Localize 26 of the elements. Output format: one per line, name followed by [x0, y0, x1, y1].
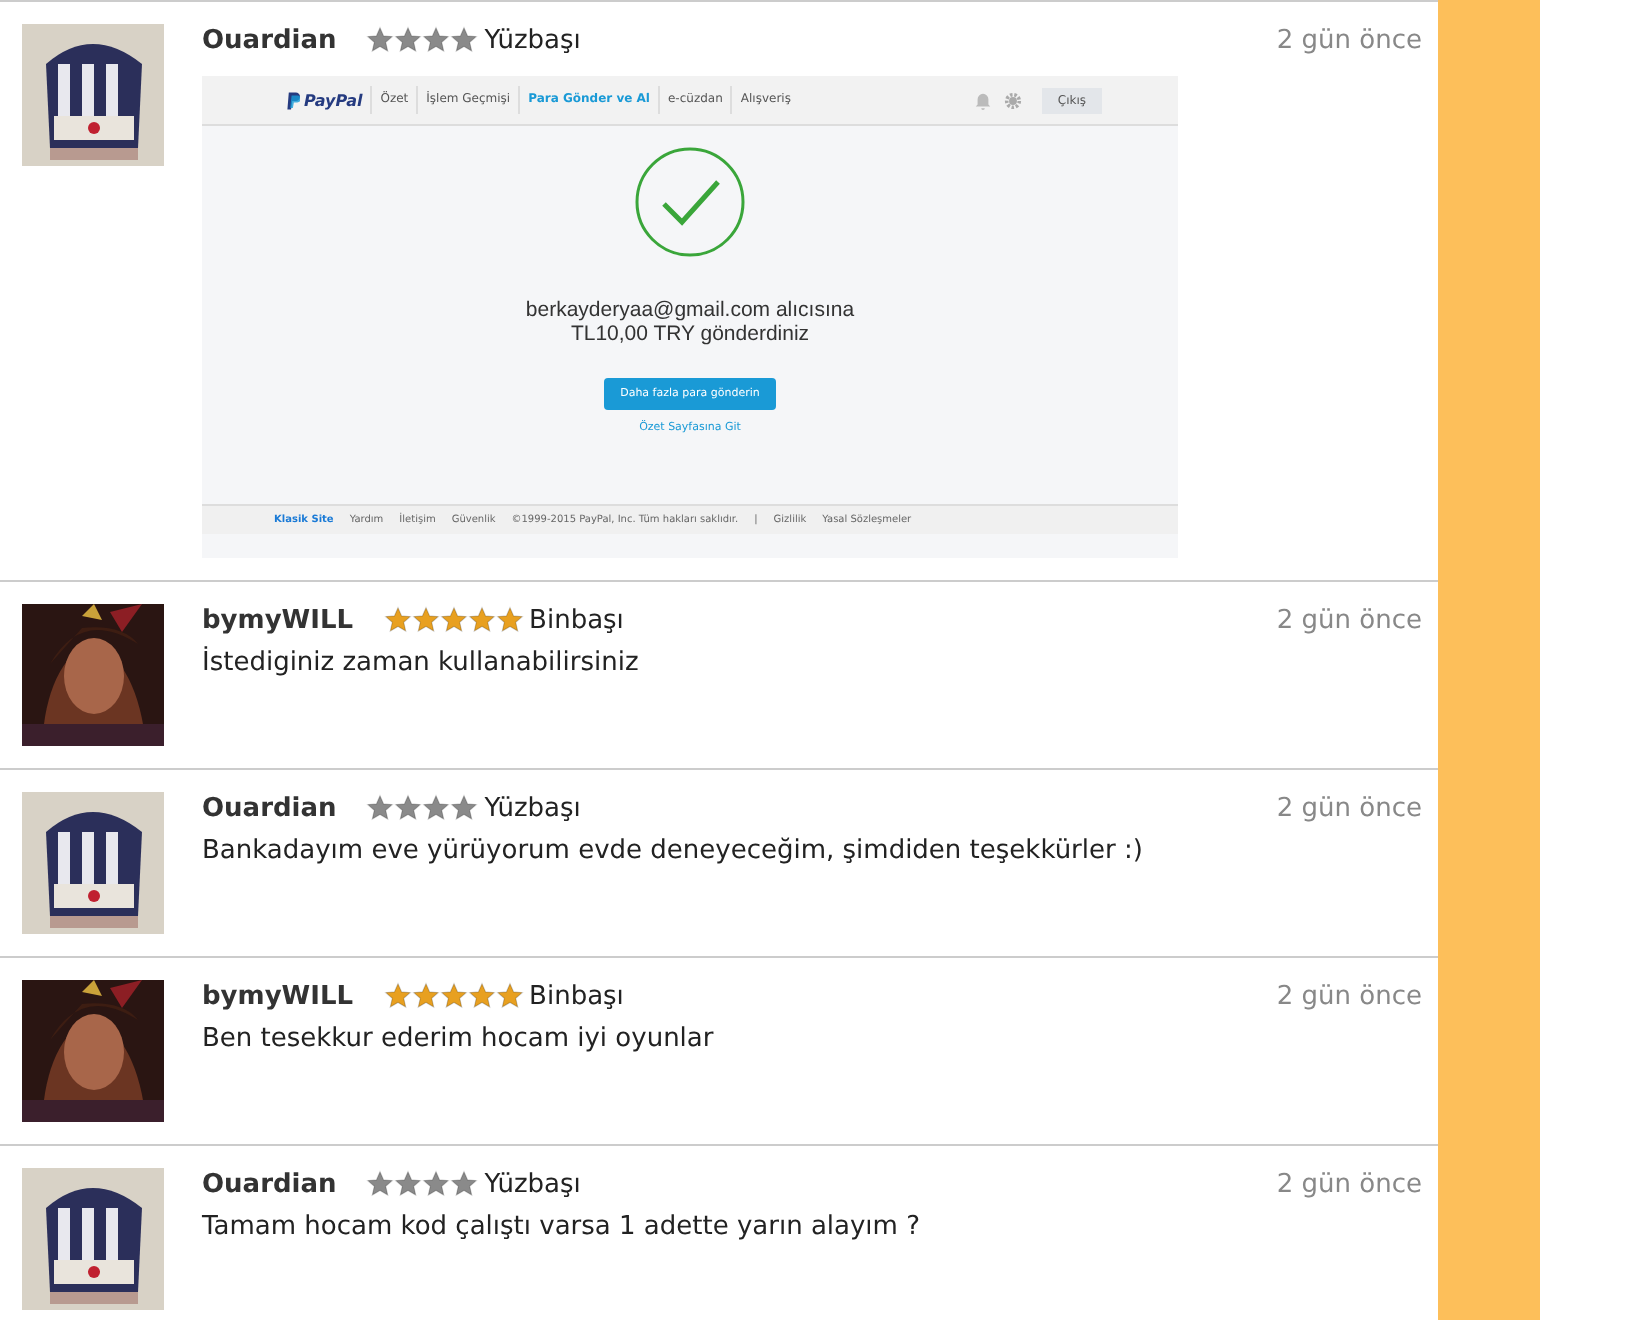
logo-text: PayPal — [304, 91, 363, 109]
rank-label: Yüzbaşı — [484, 25, 581, 55]
timestamp: 2 gün önce — [1276, 605, 1422, 635]
comment-text: İstediginiz zaman kullanabilirsiniz — [202, 648, 641, 678]
comment-text: Ben tesekkur ederim hocam iyi oyunlar — [202, 1024, 716, 1054]
timestamp: 2 gün önce — [1276, 1169, 1422, 1199]
rank-label: Yüzbaşı — [484, 793, 581, 823]
author-name[interactable]: bymyWILL — [202, 605, 354, 635]
timestamp: 2 gün önce — [1276, 793, 1422, 823]
timestamp: 2 gün önce — [1276, 981, 1422, 1011]
rank-label: Binbaşı — [529, 981, 624, 1011]
rank-label: Binbaşı — [529, 605, 624, 635]
comment-text: Tamam hocam kod çalıştı varsa 1 adette yarın alayım ? — [202, 1212, 922, 1242]
author-name[interactable]: bymyWILL — [202, 981, 354, 1011]
logo-icon — [286, 91, 300, 109]
comment-text: Bankadayım eve yürüyorum evde deneyeceğim, şimdiden teşekkürler :) — [202, 836, 1145, 866]
confirmation-text: TL10,00 TRY gönderdiniz — [570, 322, 810, 346]
author-name[interactable]: Ouardian — [202, 25, 337, 55]
settings-icon[interactable] — [1003, 91, 1022, 109]
author-name[interactable]: Ouardian — [202, 1169, 337, 1199]
confirmation-text: berkayderyaa@gmail.com alıcısına — [525, 298, 855, 322]
rank-label: Yüzbaşı — [484, 1169, 581, 1199]
bell-icon[interactable] — [973, 91, 992, 109]
timestamp: 2 gün önce — [1276, 25, 1422, 55]
author-name[interactable]: Ouardian — [202, 793, 337, 823]
check-circle-icon — [634, 146, 746, 258]
